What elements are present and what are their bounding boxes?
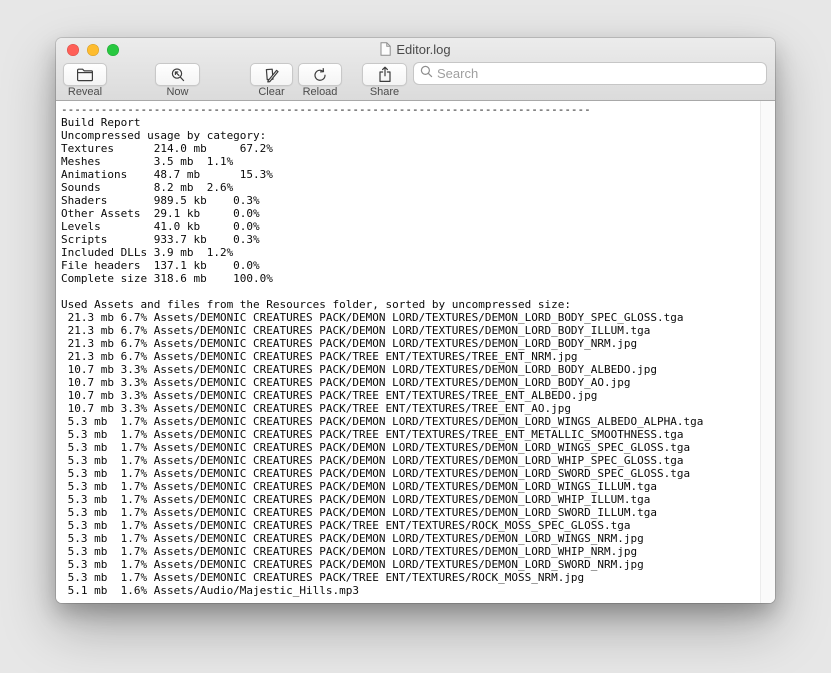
reveal-label: Reveal bbox=[63, 86, 107, 99]
share-icon bbox=[378, 66, 392, 83]
now-button[interactable] bbox=[155, 63, 200, 86]
reload-label: Reload bbox=[298, 86, 342, 99]
clear-label: Clear bbox=[250, 86, 293, 99]
content-area: ----------------------------------------… bbox=[56, 101, 775, 603]
clear-button[interactable] bbox=[250, 63, 293, 86]
window-title: Editor.log bbox=[396, 42, 450, 57]
share-button[interactable] bbox=[362, 63, 407, 86]
share-label: Share bbox=[362, 86, 407, 99]
scrollbar-track[interactable] bbox=[760, 101, 775, 603]
search-field[interactable] bbox=[413, 62, 767, 85]
reveal-button[interactable] bbox=[63, 63, 107, 86]
now-label: Now bbox=[155, 86, 200, 99]
magnifier-icon bbox=[420, 65, 433, 83]
document-icon bbox=[380, 42, 391, 56]
search-input[interactable] bbox=[437, 66, 760, 81]
folder-icon bbox=[76, 67, 94, 82]
titlebar[interactable]: Editor.log bbox=[56, 38, 775, 60]
reload-button[interactable] bbox=[298, 63, 342, 86]
magnifier-arrow-icon bbox=[170, 67, 186, 83]
console-window: Editor.log Reveal Now bbox=[56, 38, 775, 603]
reload-arrow-icon bbox=[312, 67, 328, 83]
title-area: Editor.log bbox=[56, 38, 775, 60]
clear-note-icon bbox=[263, 67, 280, 83]
log-content[interactable]: ----------------------------------------… bbox=[56, 101, 759, 603]
window-chrome: Editor.log Reveal Now bbox=[56, 38, 775, 101]
